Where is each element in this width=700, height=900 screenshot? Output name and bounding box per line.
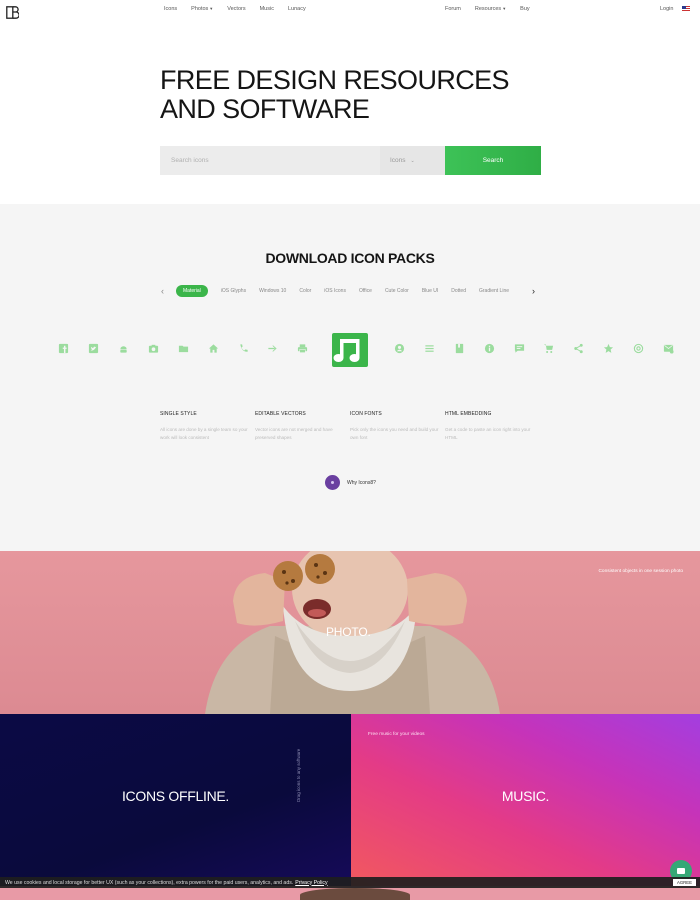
feature-text: Get a code to paste an icon right into y… (445, 427, 531, 440)
phone-icon[interactable] (237, 343, 249, 355)
music-section[interactable]: Free music for your videos MUSIC. (351, 714, 700, 890)
feature-editable-vectors: EDITABLE VECTORS Vector icons are not me… (255, 411, 350, 442)
nav-photos-label: Photos (191, 6, 209, 12)
home-icon[interactable] (207, 343, 219, 355)
share-icon[interactable] (572, 343, 584, 355)
icon-packs-section: DOWNLOAD ICON PACKS ‹ Material iOS Glyph… (0, 204, 700, 551)
feature-title: SINGLE STYLE (160, 411, 197, 417)
book-icon[interactable] (453, 343, 465, 355)
nav-music-label: Music (259, 6, 274, 12)
login-link[interactable]: Login (660, 6, 673, 12)
music-note-icon[interactable] (331, 332, 369, 368)
photo-caption: Consistent objects in one session photo (598, 569, 683, 574)
tab-color[interactable]: Color (299, 288, 311, 294)
nav-icons-link[interactable]: Icons (164, 6, 177, 12)
chevron-down-icon: ▼ (502, 6, 507, 11)
icons8-logo-icon[interactable] (6, 6, 19, 19)
search-button[interactable]: Search (445, 146, 541, 175)
camera-icon[interactable] (147, 343, 159, 355)
features-list: SINGLE STYLE All icons are done by a sin… (160, 411, 550, 442)
hero-title: FREE DESIGN RESOURCES AND SOFTWARE (160, 65, 510, 124)
play-icon (325, 475, 340, 490)
cookie-bar: We use cookies and local storage for bet… (0, 877, 700, 888)
info-icon[interactable] (483, 343, 495, 355)
tab-material[interactable]: Material (176, 285, 208, 297)
search-type-select[interactable]: Icons ⌄ (380, 146, 445, 175)
why-icons8-button[interactable]: Why Icons8? (325, 475, 376, 490)
at-icon[interactable] (632, 343, 644, 355)
tab-office[interactable]: Office (359, 288, 372, 294)
feature-single-style: SINGLE STYLE All icons are done by a sin… (160, 411, 255, 442)
nav-buy-label: Buy (520, 6, 530, 12)
twitter-icon[interactable] (87, 343, 99, 355)
printer-icon[interactable] (296, 343, 308, 355)
photo-label: PHOTO. (326, 625, 371, 639)
feature-text: All icons are done by a single team so y… (160, 427, 248, 440)
tab-gradient-line[interactable]: Gradient Line (479, 288, 509, 294)
pack-tabs: Material iOS Glyphs Windows 10 Color iOS… (176, 285, 522, 297)
nav-buy-link[interactable]: Buy (520, 6, 529, 12)
nav-left-menu: Icons Photos▼ Vectors Music Lunacy (164, 6, 306, 12)
cookie-text: We use cookies and local storage for bet… (5, 879, 294, 886)
menu-icon[interactable] (423, 343, 435, 355)
nav-right-menu: Forum Resources▼ Buy (445, 6, 530, 12)
mail-check-icon[interactable] (662, 343, 674, 355)
icons-offline-section[interactable]: ICONS OFFLINE. Drag icons to any softwar… (0, 714, 351, 890)
cookie-agree-button[interactable]: AGREE (672, 879, 696, 886)
top-nav: Icons Photos▼ Vectors Music Lunacy Forum… (0, 0, 700, 19)
chevron-right-icon[interactable]: › (532, 287, 535, 296)
feature-title: EDITABLE VECTORS (255, 411, 306, 417)
nav-vectors-label: Vectors (227, 6, 246, 12)
arrow-right-icon[interactable] (266, 343, 278, 355)
tab-ios-glyphs[interactable]: iOS Glyphs (221, 288, 246, 294)
tab-blue-ui[interactable]: Blue UI (422, 288, 438, 294)
chevron-down-icon: ▼ (209, 6, 214, 11)
nav-forum-label: Forum (445, 6, 461, 12)
feature-title: HTML EMBEDDING (445, 411, 492, 417)
search-type-label: Icons (390, 157, 406, 164)
feature-icon-fonts: ICON FONTS Pick only the icons you need … (350, 411, 445, 442)
nav-lunacy-link[interactable]: Lunacy (288, 6, 306, 12)
nav-photos-link[interactable]: Photos▼ (191, 6, 213, 12)
tab-ios-icons[interactable]: iOS Icons (324, 288, 346, 294)
facebook-icon[interactable] (57, 343, 69, 355)
nav-lunacy-label: Lunacy (287, 6, 306, 12)
photo-section[interactable]: PHOTO. Consistent objects in one session… (0, 551, 700, 714)
tab-cute-color[interactable]: Cute Color (385, 288, 409, 294)
feature-text: Vector icons are not merged and have pre… (255, 427, 333, 440)
search-input[interactable] (160, 146, 380, 175)
chevron-left-icon[interactable]: ‹ (161, 287, 164, 296)
icons-offline-side-text: Drag icons to any software (296, 748, 301, 802)
why-icons8-label: Why Icons8? (347, 479, 376, 486)
chat-icon[interactable] (513, 343, 525, 355)
music-title: MUSIC. (501, 788, 550, 804)
nav-resources-link[interactable]: Resources▼ (475, 6, 506, 12)
nav-icons-label: Icons (164, 6, 178, 12)
chevron-down-icon: ⌄ (410, 157, 415, 164)
feature-html-embedding: HTML EMBEDDING Get a code to paste an ic… (445, 411, 540, 442)
nav-music-link[interactable]: Music (260, 6, 274, 12)
next-section-photo (300, 888, 410, 900)
hero-title-line2: AND SOFTWARE (160, 94, 370, 124)
account-icon[interactable] (393, 343, 405, 355)
search-bar: Icons ⌄ Search (160, 146, 541, 175)
nav-resources-label: Resources (474, 6, 502, 12)
music-caption: Free music for your videos (368, 732, 425, 737)
feature-text: Pick only the icons you need and build y… (350, 427, 439, 440)
android-icon[interactable] (117, 343, 129, 355)
folder-icon[interactable] (177, 343, 189, 355)
hero-title-line1: FREE DESIGN RESOURCES (160, 65, 510, 95)
privacy-policy-link[interactable]: Privacy Policy (295, 880, 327, 886)
tab-dotted[interactable]: Dotted (451, 288, 466, 294)
star-icon[interactable] (602, 343, 614, 355)
tab-windows-10[interactable]: Windows 10 (259, 288, 286, 294)
nav-forum-link[interactable]: Forum (445, 6, 461, 12)
cart-icon[interactable] (542, 343, 554, 355)
us-flag-icon[interactable] (682, 6, 690, 11)
packs-title: DOWNLOAD ICON PACKS (265, 250, 435, 266)
nav-vectors-link[interactable]: Vectors (227, 6, 245, 12)
feature-title: ICON FONTS (350, 411, 382, 417)
